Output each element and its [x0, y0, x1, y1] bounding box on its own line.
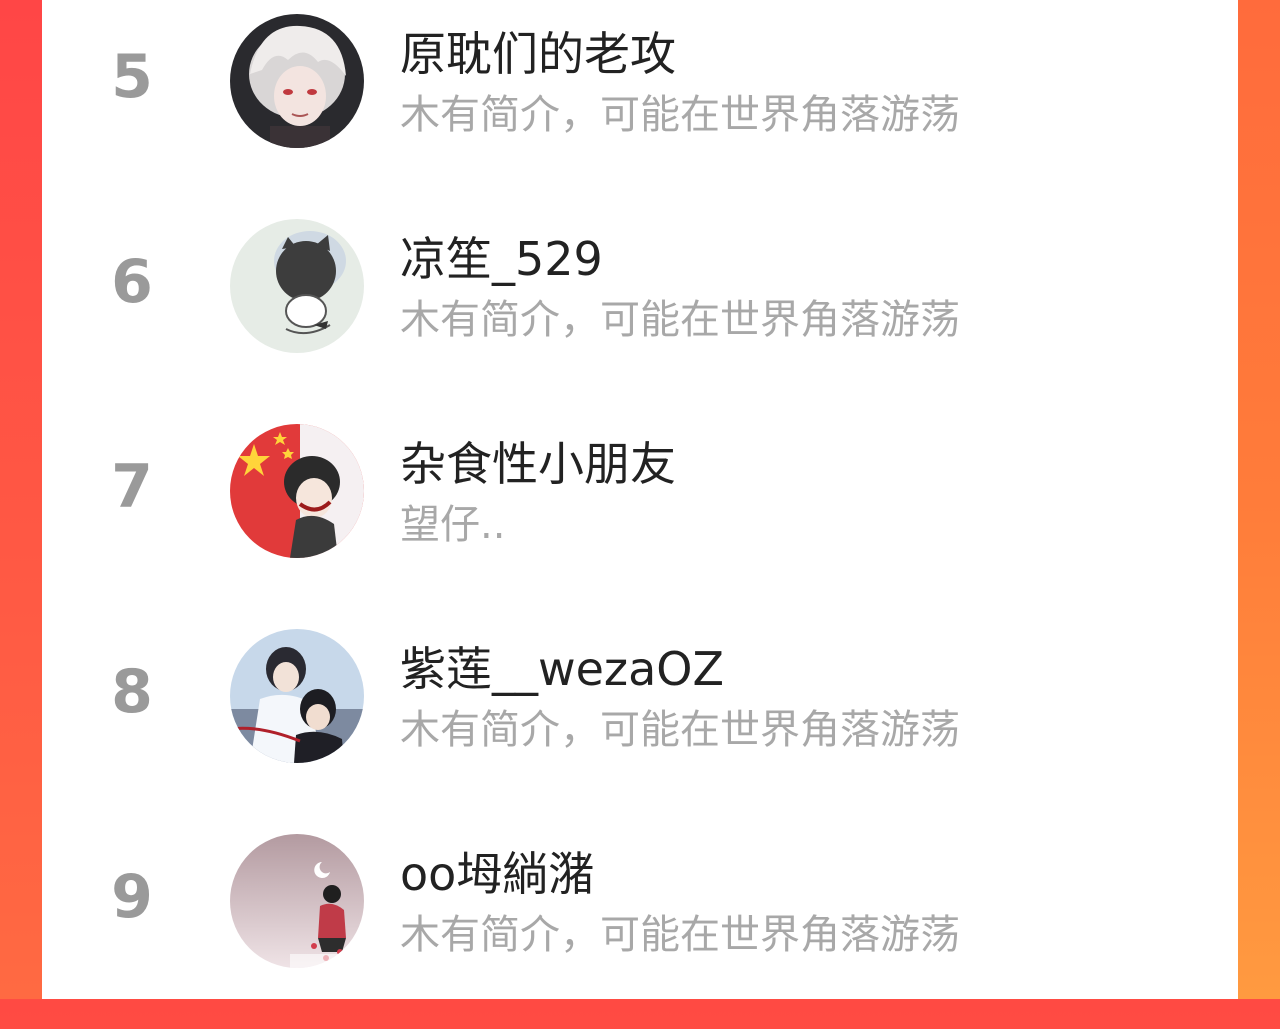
ranking-row[interactable]: 6 凉笙_529 木有简介，可能在世界角落游荡 [42, 209, 1238, 414]
right-gradient-border [1238, 0, 1280, 999]
ranking-row[interactable]: 5 原耽们的老攻 木有简介，可能在世界角落游荡 [42, 4, 1238, 209]
ranking-list-panel: 5 原耽们的老攻 木有简介，可能在世界角落游荡 6 凉笙_529 木有简介，可能… [42, 0, 1238, 999]
rank-number: 9 [111, 862, 153, 932]
rank-number: 6 [111, 247, 153, 317]
user-name[interactable]: 原耽们的老攻 [400, 18, 676, 84]
ranking-row[interactable]: 8 紫莲__wezaOZ 木有简介，可能在世界角落游荡 [42, 619, 1238, 824]
left-gradient-border [0, 0, 42, 999]
user-avatar[interactable] [230, 14, 364, 148]
rank-number: 8 [111, 657, 153, 727]
rank-number: 5 [111, 42, 153, 112]
user-avatar[interactable] [230, 629, 364, 763]
user-name[interactable]: 杂食性小朋友 [400, 428, 676, 494]
user-avatar[interactable] [230, 219, 364, 353]
user-avatar[interactable] [230, 834, 364, 968]
user-bio: 木有简介，可能在世界角落游荡 [400, 297, 960, 343]
ranking-row[interactable]: 7 杂食性小朋友 望仔.. [42, 414, 1238, 619]
user-avatar[interactable] [230, 424, 364, 558]
user-name[interactable]: oo坶緔潴 [400, 838, 594, 904]
cartoon-pet-avatar-icon [230, 219, 364, 353]
ranking-row[interactable]: 9 oo坶緔潴 木有简介，可能在世界角落游荡 [42, 824, 1238, 1029]
user-bio: 木有简介，可能在世界角落游荡 [400, 912, 960, 958]
user-bio: 望仔.. [400, 502, 506, 548]
flag-anime-avatar-icon [230, 424, 364, 558]
anime-moon-avatar-icon [230, 834, 364, 968]
rank-number: 7 [111, 452, 153, 522]
user-bio: 木有简介，可能在世界角落游荡 [400, 707, 960, 753]
anime-duo-avatar-icon [230, 629, 364, 763]
user-name[interactable]: 凉笙_529 [400, 223, 603, 289]
user-bio: 木有简介，可能在世界角落游荡 [400, 92, 960, 138]
anime-white-hair-avatar-icon [230, 14, 364, 148]
user-name[interactable]: 紫莲__wezaOZ [400, 633, 724, 699]
